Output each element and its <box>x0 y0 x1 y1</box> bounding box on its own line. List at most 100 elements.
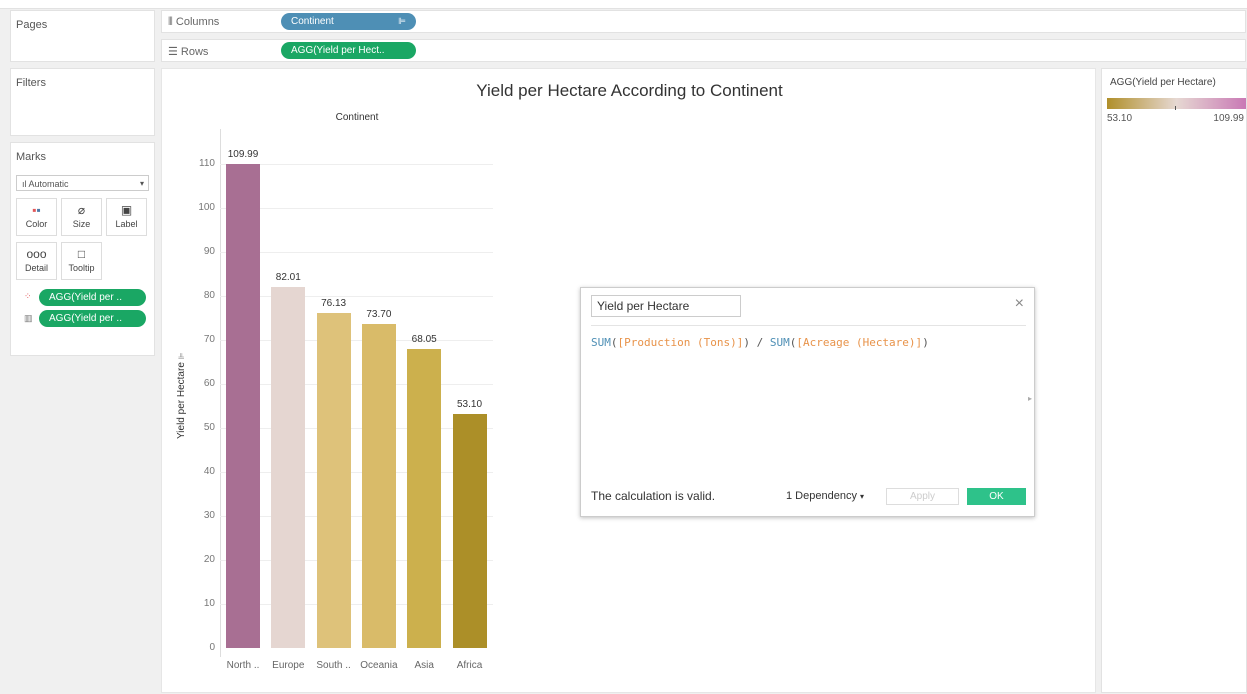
rows-icon: ☰ <box>168 46 181 58</box>
bar[interactable] <box>407 348 442 648</box>
marks-tooltip-button[interactable]: □ Tooltip <box>61 242 102 280</box>
bar[interactable] <box>226 164 260 648</box>
y-tick-label: 20 <box>203 554 215 565</box>
y-tick-label: 60 <box>203 378 215 389</box>
y-tick-label: 80 <box>203 290 215 301</box>
sort-icon: ⊫ <box>398 16 406 26</box>
filters-title: Filters <box>16 77 46 89</box>
dependency-label: 1 Dependency <box>786 490 857 502</box>
chevron-down-icon: ▾ <box>139 179 144 188</box>
color-dots-icon: ▪▪ <box>32 203 41 217</box>
gridline <box>220 296 493 297</box>
bar-value-label: 76.13 <box>321 298 347 310</box>
marks-tooltip-label: Tooltip <box>68 263 95 273</box>
formula-fn-2: SUM <box>769 336 790 349</box>
calc-name-input[interactable]: Yield per Hectare <box>591 295 741 317</box>
gridline <box>220 340 493 341</box>
marks-size-label: Size <box>72 219 91 229</box>
columns-icon: ⦀ <box>168 16 176 28</box>
label-icon: ▣ <box>120 203 133 217</box>
y-tick-label: 110 <box>199 158 215 169</box>
y-tick-label: 30 <box>203 510 215 521</box>
formula-fn-1: SUM <box>591 336 611 349</box>
x-category-label: Oceania <box>360 660 398 671</box>
marks-color-label: Color <box>25 219 48 229</box>
columns-pill-label: Continent <box>291 16 334 27</box>
marks-detail-button[interactable]: ooo Detail <box>16 242 57 280</box>
gridline <box>220 252 493 253</box>
tooltip-icon: □ <box>77 247 86 261</box>
apply-button[interactable]: Apply <box>886 488 959 505</box>
close-icon[interactable]: × <box>1015 295 1024 313</box>
gridline <box>220 208 493 209</box>
ok-button[interactable]: OK <box>967 488 1026 505</box>
marks-size-button[interactable]: ⌀ Size <box>61 198 102 236</box>
columns-label: Columns <box>175 16 220 28</box>
y-tick-label: 10 <box>203 598 215 609</box>
formula-operator: / <box>749 336 770 349</box>
bar-value-label: 73.70 <box>366 308 392 320</box>
bar-value-label: 68.05 <box>411 333 437 345</box>
y-tick-label: 100 <box>198 202 215 213</box>
label-icon: ▥ <box>24 313 33 323</box>
x-category-label: South .. <box>316 660 351 671</box>
formula-field-1: [Production (Tons)] <box>617 336 744 349</box>
marks-title: Marks <box>16 151 46 163</box>
marks-color-pill[interactable]: AGG(Yield per .. <box>39 289 146 306</box>
top-strip <box>0 0 1247 9</box>
dialog-divider <box>591 325 1026 326</box>
mark-type-select[interactable]: ıl Automatic ▾ <box>16 175 149 191</box>
filters-panel[interactable]: Filters <box>10 68 155 136</box>
formula-editor[interactable]: SUM([Production (Tons)]) / SUM([Acreage … <box>591 336 1021 349</box>
y-tick-label: 0 <box>209 642 215 653</box>
x-category-label: Asia <box>414 660 434 671</box>
y-tick-label: 50 <box>203 422 215 433</box>
marks-label-button[interactable]: ▣ Label <box>106 198 147 236</box>
y-tick-label: 90 <box>203 246 215 257</box>
bar[interactable] <box>452 414 487 648</box>
columns-shelf[interactable]: ⦀ Columns Continent ⊫ <box>161 10 1246 33</box>
legend-max: 109.99 <box>1213 113 1244 124</box>
marks-panel: Marks ıl Automatic ▾ ▪▪ Color ⌀ Size ▣ L… <box>10 142 155 356</box>
legend-gradient <box>1107 98 1246 109</box>
marks-label-label: Label <box>115 219 138 229</box>
y-tick-label: 40 <box>203 466 215 477</box>
bar[interactable] <box>271 287 306 648</box>
formula-field-2: [Acreage (Hectare)] <box>796 336 923 349</box>
bar[interactable] <box>361 323 396 648</box>
color-dots-icon: ⁘ <box>24 291 32 301</box>
legend-title: AGG(Yield per Hectare) <box>1110 77 1216 88</box>
dependency-dropdown[interactable]: 1 Dependency ▾ <box>786 490 864 502</box>
chevron-down-icon: ▾ <box>860 492 865 501</box>
marks-detail-label: Detail <box>24 263 48 273</box>
rows-label: Rows <box>180 46 209 58</box>
size-icon: ⌀ <box>77 203 86 217</box>
calculation-dialog: Yield per Hectare × SUM([Production (Ton… <box>580 287 1035 517</box>
x-category-label: North .. <box>226 660 260 671</box>
formula-paren-close-1: ) <box>743 336 750 349</box>
mark-type-value: Automatic <box>28 179 69 189</box>
columns-pill[interactable]: Continent ⊫ <box>281 13 416 30</box>
bar-value-label: 53.10 <box>456 399 483 411</box>
pages-panel[interactable]: Pages <box>10 10 155 62</box>
calc-status: The calculation is valid. <box>591 489 716 503</box>
bar-value-label: 109.99 <box>227 149 259 161</box>
formula-paren-close-2: ) <box>922 336 929 349</box>
rows-shelf[interactable]: ☰ Rows AGG(Yield per Hect.. <box>161 39 1246 62</box>
pages-title: Pages <box>16 19 48 31</box>
marks-label-pill[interactable]: AGG(Yield per .. <box>39 310 146 327</box>
expand-arrow-icon[interactable]: ▸ <box>1028 394 1032 403</box>
chart-area: 0 10 20 30 40 50 60 70 80 90 100 110 109.99 North .. 8… <box>162 69 562 694</box>
x-category-label: Europe <box>272 660 305 671</box>
formula-paren-open-1: ( <box>610 336 618 349</box>
rows-pill[interactable]: AGG(Yield per Hect.. <box>281 42 416 59</box>
legend-min: 53.10 <box>1107 113 1133 124</box>
bar-value-label: 82.01 <box>275 272 301 284</box>
gridline <box>220 384 493 385</box>
bar[interactable] <box>316 313 351 648</box>
gridline <box>220 164 493 165</box>
color-legend[interactable]: AGG(Yield per Hectare) 53.10 109.99 <box>1101 68 1247 693</box>
marks-color-button[interactable]: ▪▪ Color <box>16 198 57 236</box>
x-category-label: Africa <box>456 660 483 671</box>
y-tick-label: 70 <box>203 334 215 345</box>
